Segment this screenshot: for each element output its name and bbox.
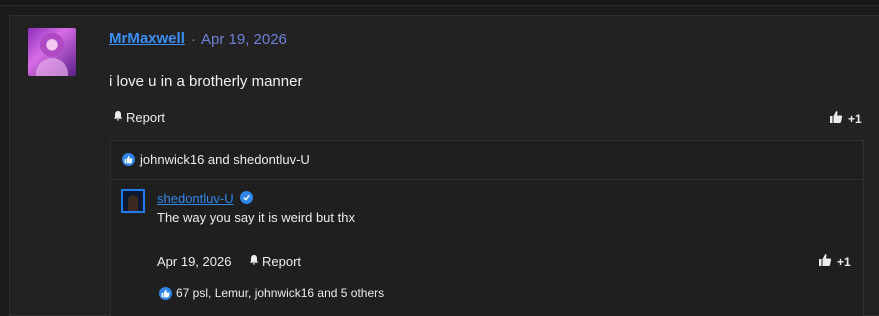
reply-message: The way you say it is weird but thx	[157, 210, 355, 225]
thumbs-up-icon	[829, 110, 843, 127]
top-strip	[0, 0, 879, 6]
like-count: +1	[848, 111, 862, 126]
reactions-text: 67 psl, Lemur, johnwick16 and 5 others	[176, 286, 385, 300]
reply-author-link[interactable]: shedontluv-U	[157, 191, 234, 206]
report-button[interactable]: Report	[112, 110, 165, 125]
avatar-figure	[128, 195, 138, 211]
post-date-link[interactable]: Apr 19, 2026	[201, 31, 287, 48]
report-label: Report	[126, 110, 166, 125]
user-avatar[interactable]	[28, 28, 76, 76]
report-label: Report	[262, 254, 302, 269]
reply-report-button[interactable]: Report	[248, 254, 301, 269]
reactions-text: johnwick16 and shedontluv-U	[140, 152, 310, 167]
thumbs-up-icon	[818, 253, 832, 270]
like-reaction-icon	[159, 286, 172, 300]
bell-icon	[112, 110, 124, 125]
verified-check-icon	[240, 191, 253, 204]
post-author-link[interactable]: MrMaxwell	[109, 30, 185, 47]
reply-reactions-summary[interactable]: 67 psl, Lemur, johnwick16 and 5 others	[159, 286, 384, 300]
reply-like-button[interactable]: +1	[818, 253, 851, 270]
like-button[interactable]: +1	[829, 110, 862, 127]
reply-divider	[111, 179, 863, 180]
like-count: +1	[837, 254, 851, 269]
post-reactions-summary[interactable]: johnwick16 and shedontluv-U	[122, 152, 310, 167]
reply-avatar[interactable]	[121, 189, 145, 213]
like-reaction-icon	[122, 153, 135, 166]
reply-date-link[interactable]: Apr 19, 2026	[157, 254, 231, 269]
post-message: i love u in a brotherly manner	[109, 73, 303, 90]
meta-separator: ·	[191, 31, 196, 48]
bell-icon	[248, 254, 260, 269]
